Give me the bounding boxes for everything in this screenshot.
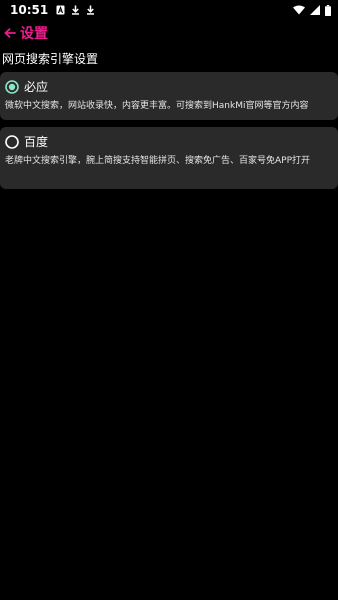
option-head: 百度 (5, 133, 333, 150)
download-icon (86, 5, 95, 15)
a-letter-icon (56, 5, 65, 15)
app-bar: 设置 (0, 20, 338, 46)
option-head: 必应 (5, 78, 333, 95)
radio-selected-icon[interactable] (5, 79, 19, 94)
status-left: 10:51 (10, 3, 95, 17)
battery-icon (325, 4, 331, 16)
option-label: 必应 (24, 80, 49, 94)
section-title: 网页搜索引擎设置 (2, 52, 99, 66)
status-time: 10:51 (10, 3, 49, 17)
page-title: 设置 (20, 26, 48, 42)
wifi-icon (293, 5, 305, 15)
signal-icon (310, 5, 320, 15)
arrow-left-icon (4, 28, 16, 38)
radio-unselected-icon[interactable] (5, 134, 19, 149)
back-button[interactable]: 设置 (4, 23, 48, 43)
option-bing[interactable]: 必应 微软中文搜索，网站收录快，内容更丰富。可搜索到HankMi官网等官方内容 (0, 72, 338, 120)
option-description: 微软中文搜索，网站收录快，内容更丰富。可搜索到HankMi官网等官方内容 (5, 101, 309, 111)
option-description: 老牌中文搜索引擎，腕上简搜支持智能拼页、搜索免广告、百家号免APP打开 (5, 156, 311, 166)
status-bar: 10:51 (0, 0, 338, 20)
option-label: 百度 (24, 135, 49, 149)
option-baidu[interactable]: 百度 老牌中文搜索引擎，腕上简搜支持智能拼页、搜索免广告、百家号免APP打开 (0, 127, 338, 189)
status-right (293, 4, 331, 16)
download-icon (71, 5, 80, 15)
